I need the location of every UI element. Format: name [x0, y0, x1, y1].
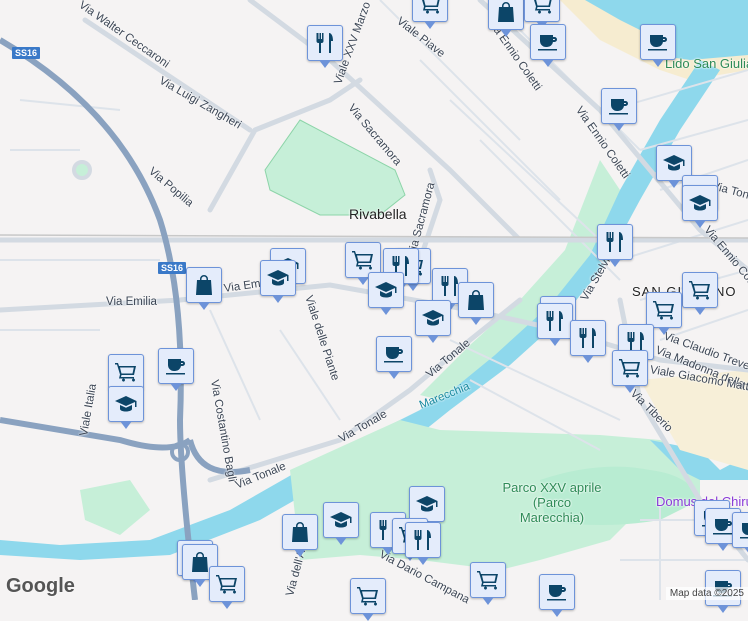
restaurant-icon	[411, 528, 435, 552]
restaurant-marker[interactable]	[597, 224, 633, 267]
cart-icon	[618, 356, 642, 380]
cart-marker[interactable]	[108, 354, 144, 397]
school-icon	[421, 306, 445, 330]
place-label-lido: Lido San Giuliano	[665, 56, 748, 71]
cart-marker[interactable]	[646, 292, 682, 335]
coffee-marker[interactable]	[376, 336, 412, 379]
restaurant-icon	[576, 326, 600, 350]
coffee-icon	[382, 342, 406, 366]
shopping-icon	[192, 273, 216, 297]
coffee-icon	[536, 30, 560, 54]
cart-icon	[688, 278, 712, 302]
cart-icon	[114, 360, 138, 384]
coffee-marker[interactable]	[530, 24, 566, 67]
school-icon	[329, 508, 353, 532]
shopping-icon	[464, 288, 488, 312]
google-logo: Google	[6, 575, 75, 597]
school-icon	[662, 151, 686, 175]
restaurant-marker[interactable]	[405, 522, 441, 565]
school-icon	[374, 278, 398, 302]
coffee-marker[interactable]	[732, 512, 748, 555]
restaurant-icon	[543, 309, 567, 333]
cart-marker[interactable]	[682, 272, 718, 315]
shopping-marker[interactable]	[282, 514, 318, 557]
cart-marker[interactable]	[612, 350, 648, 393]
cart-icon	[356, 584, 380, 608]
coffee-icon	[646, 30, 670, 54]
cart-marker[interactable]	[524, 0, 560, 29]
coffee-marker[interactable]	[158, 348, 194, 391]
place-label-rivabella: Rivabella	[349, 206, 407, 222]
coffee-icon	[607, 94, 631, 118]
school-icon	[688, 191, 712, 215]
cart-icon	[351, 248, 375, 272]
cart-marker[interactable]	[350, 578, 386, 621]
restaurant-marker[interactable]	[570, 320, 606, 363]
restaurant-icon	[313, 31, 337, 55]
highway-shield: SS16	[12, 47, 41, 59]
park-label: Parco XXV aprile (Parco Marecchia)	[502, 480, 602, 525]
coffee-marker[interactable]	[640, 24, 676, 67]
restaurant-icon	[603, 230, 627, 254]
park-cemetery	[264, 119, 406, 216]
map-attribution[interactable]: Map data ©2025	[665, 587, 748, 600]
road-label: Via Emilia	[106, 296, 157, 308]
school-marker[interactable]	[682, 185, 718, 228]
school-icon	[266, 266, 290, 290]
cart-marker[interactable]	[209, 566, 245, 609]
coffee-icon	[738, 518, 748, 542]
school-marker[interactable]	[409, 486, 445, 529]
restaurant-marker[interactable]	[537, 303, 573, 346]
school-marker[interactable]	[368, 272, 404, 315]
cart-icon	[215, 572, 239, 596]
restaurant-marker[interactable]	[307, 25, 343, 68]
coffee-icon	[164, 354, 188, 378]
school-marker[interactable]	[260, 260, 296, 303]
school-marker[interactable]	[108, 386, 144, 429]
shopping-marker[interactable]	[186, 267, 222, 310]
cart-marker[interactable]	[412, 0, 448, 29]
school-marker[interactable]	[415, 300, 451, 343]
shopping-marker[interactable]	[488, 0, 524, 37]
school-marker[interactable]	[323, 502, 359, 545]
school-icon	[415, 492, 439, 516]
cart-icon	[652, 298, 676, 322]
shopping-icon	[494, 0, 518, 24]
cart-marker[interactable]	[470, 562, 506, 605]
shopping-icon	[288, 520, 312, 544]
coffee-marker[interactable]	[539, 574, 575, 617]
highway-shield: SS16	[158, 262, 187, 274]
cart-icon	[476, 568, 500, 592]
coffee-icon	[545, 580, 569, 604]
coffee-marker[interactable]	[601, 88, 637, 131]
cart-icon	[530, 0, 554, 16]
shopping-marker[interactable]	[458, 282, 494, 325]
cart-icon	[418, 0, 442, 16]
school-icon	[114, 392, 138, 416]
